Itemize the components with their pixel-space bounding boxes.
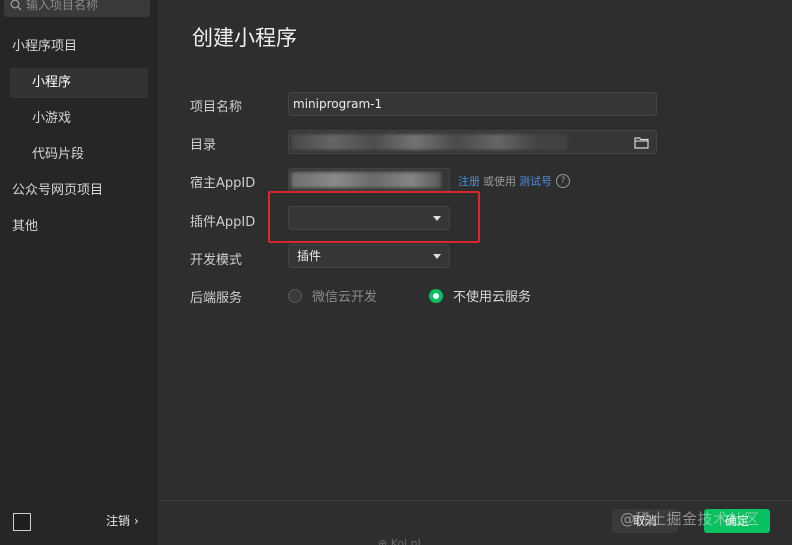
confirm-button[interactable]: 确定 <box>704 509 770 533</box>
sidebar-footer: 注销 › <box>0 501 158 545</box>
host-appid-label: 宿主AppID <box>190 176 256 191</box>
project-search-box[interactable] <box>4 0 150 17</box>
project-name-field[interactable] <box>288 92 657 116</box>
radio-no-cloud-label: 不使用云服务 <box>453 290 532 305</box>
radio-no-cloud[interactable]: 不使用云服务 <box>429 286 531 305</box>
plugin-appid-label: 插件AppID <box>190 215 256 230</box>
project-name-input[interactable] <box>289 93 656 115</box>
folder-icon[interactable] <box>634 136 649 149</box>
plugin-appid-select[interactable] <box>288 206 450 230</box>
sidebar: 小程序项目 小程序 小游戏 代码片段 公众号网页项目 其他 注销› <box>0 0 158 545</box>
sidebar-item-code-snippet[interactable]: 代码片段 <box>0 140 158 170</box>
directory-field[interactable] <box>288 130 657 154</box>
project-name-label: 项目名称 <box>190 100 243 115</box>
search-icon <box>10 0 22 11</box>
logout-label: 注销 <box>106 514 131 528</box>
or-use-text: 或使用 <box>483 175 516 188</box>
footer-divider <box>158 500 792 501</box>
chevron-right-icon: › <box>134 514 139 528</box>
radio-unchecked-icon <box>288 288 302 303</box>
directory-label: 目录 <box>190 138 217 153</box>
logout-button[interactable]: 注销 › <box>106 512 139 529</box>
page-title: 创建小程序 <box>192 26 297 50</box>
sidebar-item-official-account-web[interactable]: 公众号网页项目 <box>0 176 158 206</box>
radio-wechat-cloud[interactable]: 微信云开发 <box>288 286 377 305</box>
main-panel: 创建小程序 项目名称 目录 宿主AppID 注册 或使用 测试号 ? 插件App… <box>158 0 792 545</box>
avatar[interactable] <box>13 513 31 531</box>
caret-down-icon <box>433 254 441 259</box>
radio-checked-icon <box>429 288 443 303</box>
radio-wechat-cloud-label: 微信云开发 <box>312 290 378 305</box>
backend-service-label: 后端服务 <box>190 291 243 306</box>
dev-mode-select[interactable]: 插件 <box>288 244 450 268</box>
redacted-host-appid <box>291 172 441 188</box>
search-input[interactable] <box>26 0 136 12</box>
sidebar-item-miniprogram-projects[interactable]: 小程序项目 <box>0 32 158 62</box>
caret-down-icon <box>433 216 441 221</box>
test-account-link[interactable]: 测试号 <box>519 173 552 189</box>
redacted-directory-path <box>291 134 567 150</box>
sidebar-item-miniprogram[interactable]: 小程序 <box>10 68 148 98</box>
register-link[interactable]: 注册 <box>458 173 480 189</box>
bottom-peek-text: ⊕ Kol.nl <box>378 537 421 545</box>
dev-mode-label: 开发模式 <box>190 253 243 268</box>
sidebar-item-minigame[interactable]: 小游戏 <box>0 104 158 134</box>
dev-mode-value: 插件 <box>297 249 322 263</box>
sidebar-item-other[interactable]: 其他 <box>0 212 158 242</box>
host-appid-field[interactable] <box>288 168 450 192</box>
appid-links: 注册 或使用 测试号 ? <box>458 173 570 189</box>
help-icon[interactable]: ? <box>556 174 570 188</box>
cancel-button[interactable]: 取消 <box>612 509 678 533</box>
